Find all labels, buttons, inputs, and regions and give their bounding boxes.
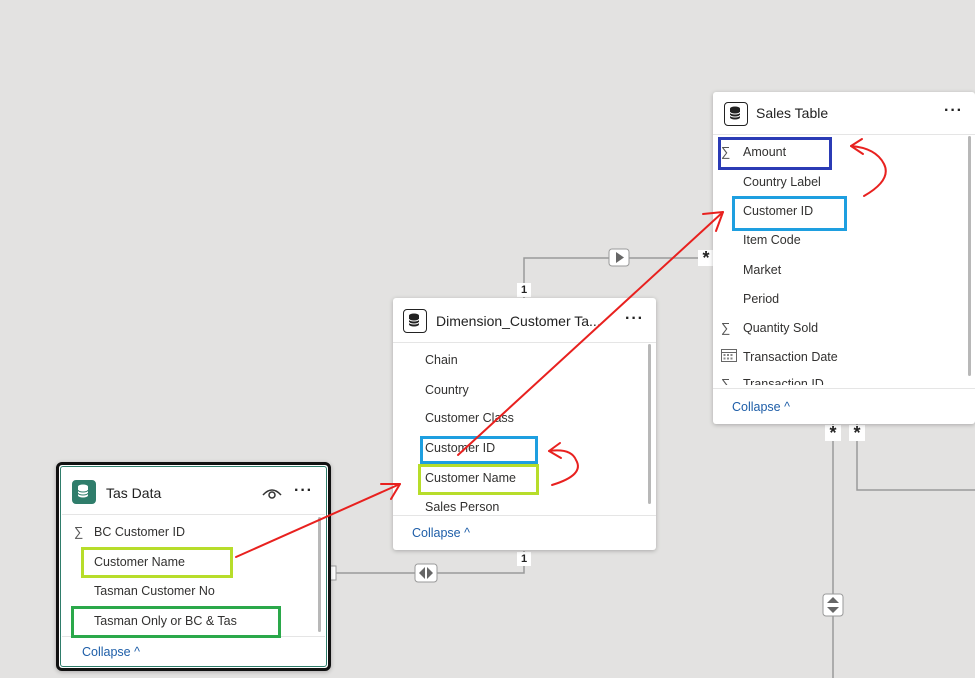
curved-arrow-dimension-customer-id <box>548 442 579 486</box>
arrow-tas-to-dimension <box>235 483 401 558</box>
model-canvas[interactable]: 1 * 1 * * Sales Table ··· ∑ Amount Count… <box>0 0 975 678</box>
arrow-dimension-to-sales <box>457 211 724 456</box>
curved-arrow-sales-amount <box>850 138 887 197</box>
annotation-arrows <box>235 138 887 558</box>
